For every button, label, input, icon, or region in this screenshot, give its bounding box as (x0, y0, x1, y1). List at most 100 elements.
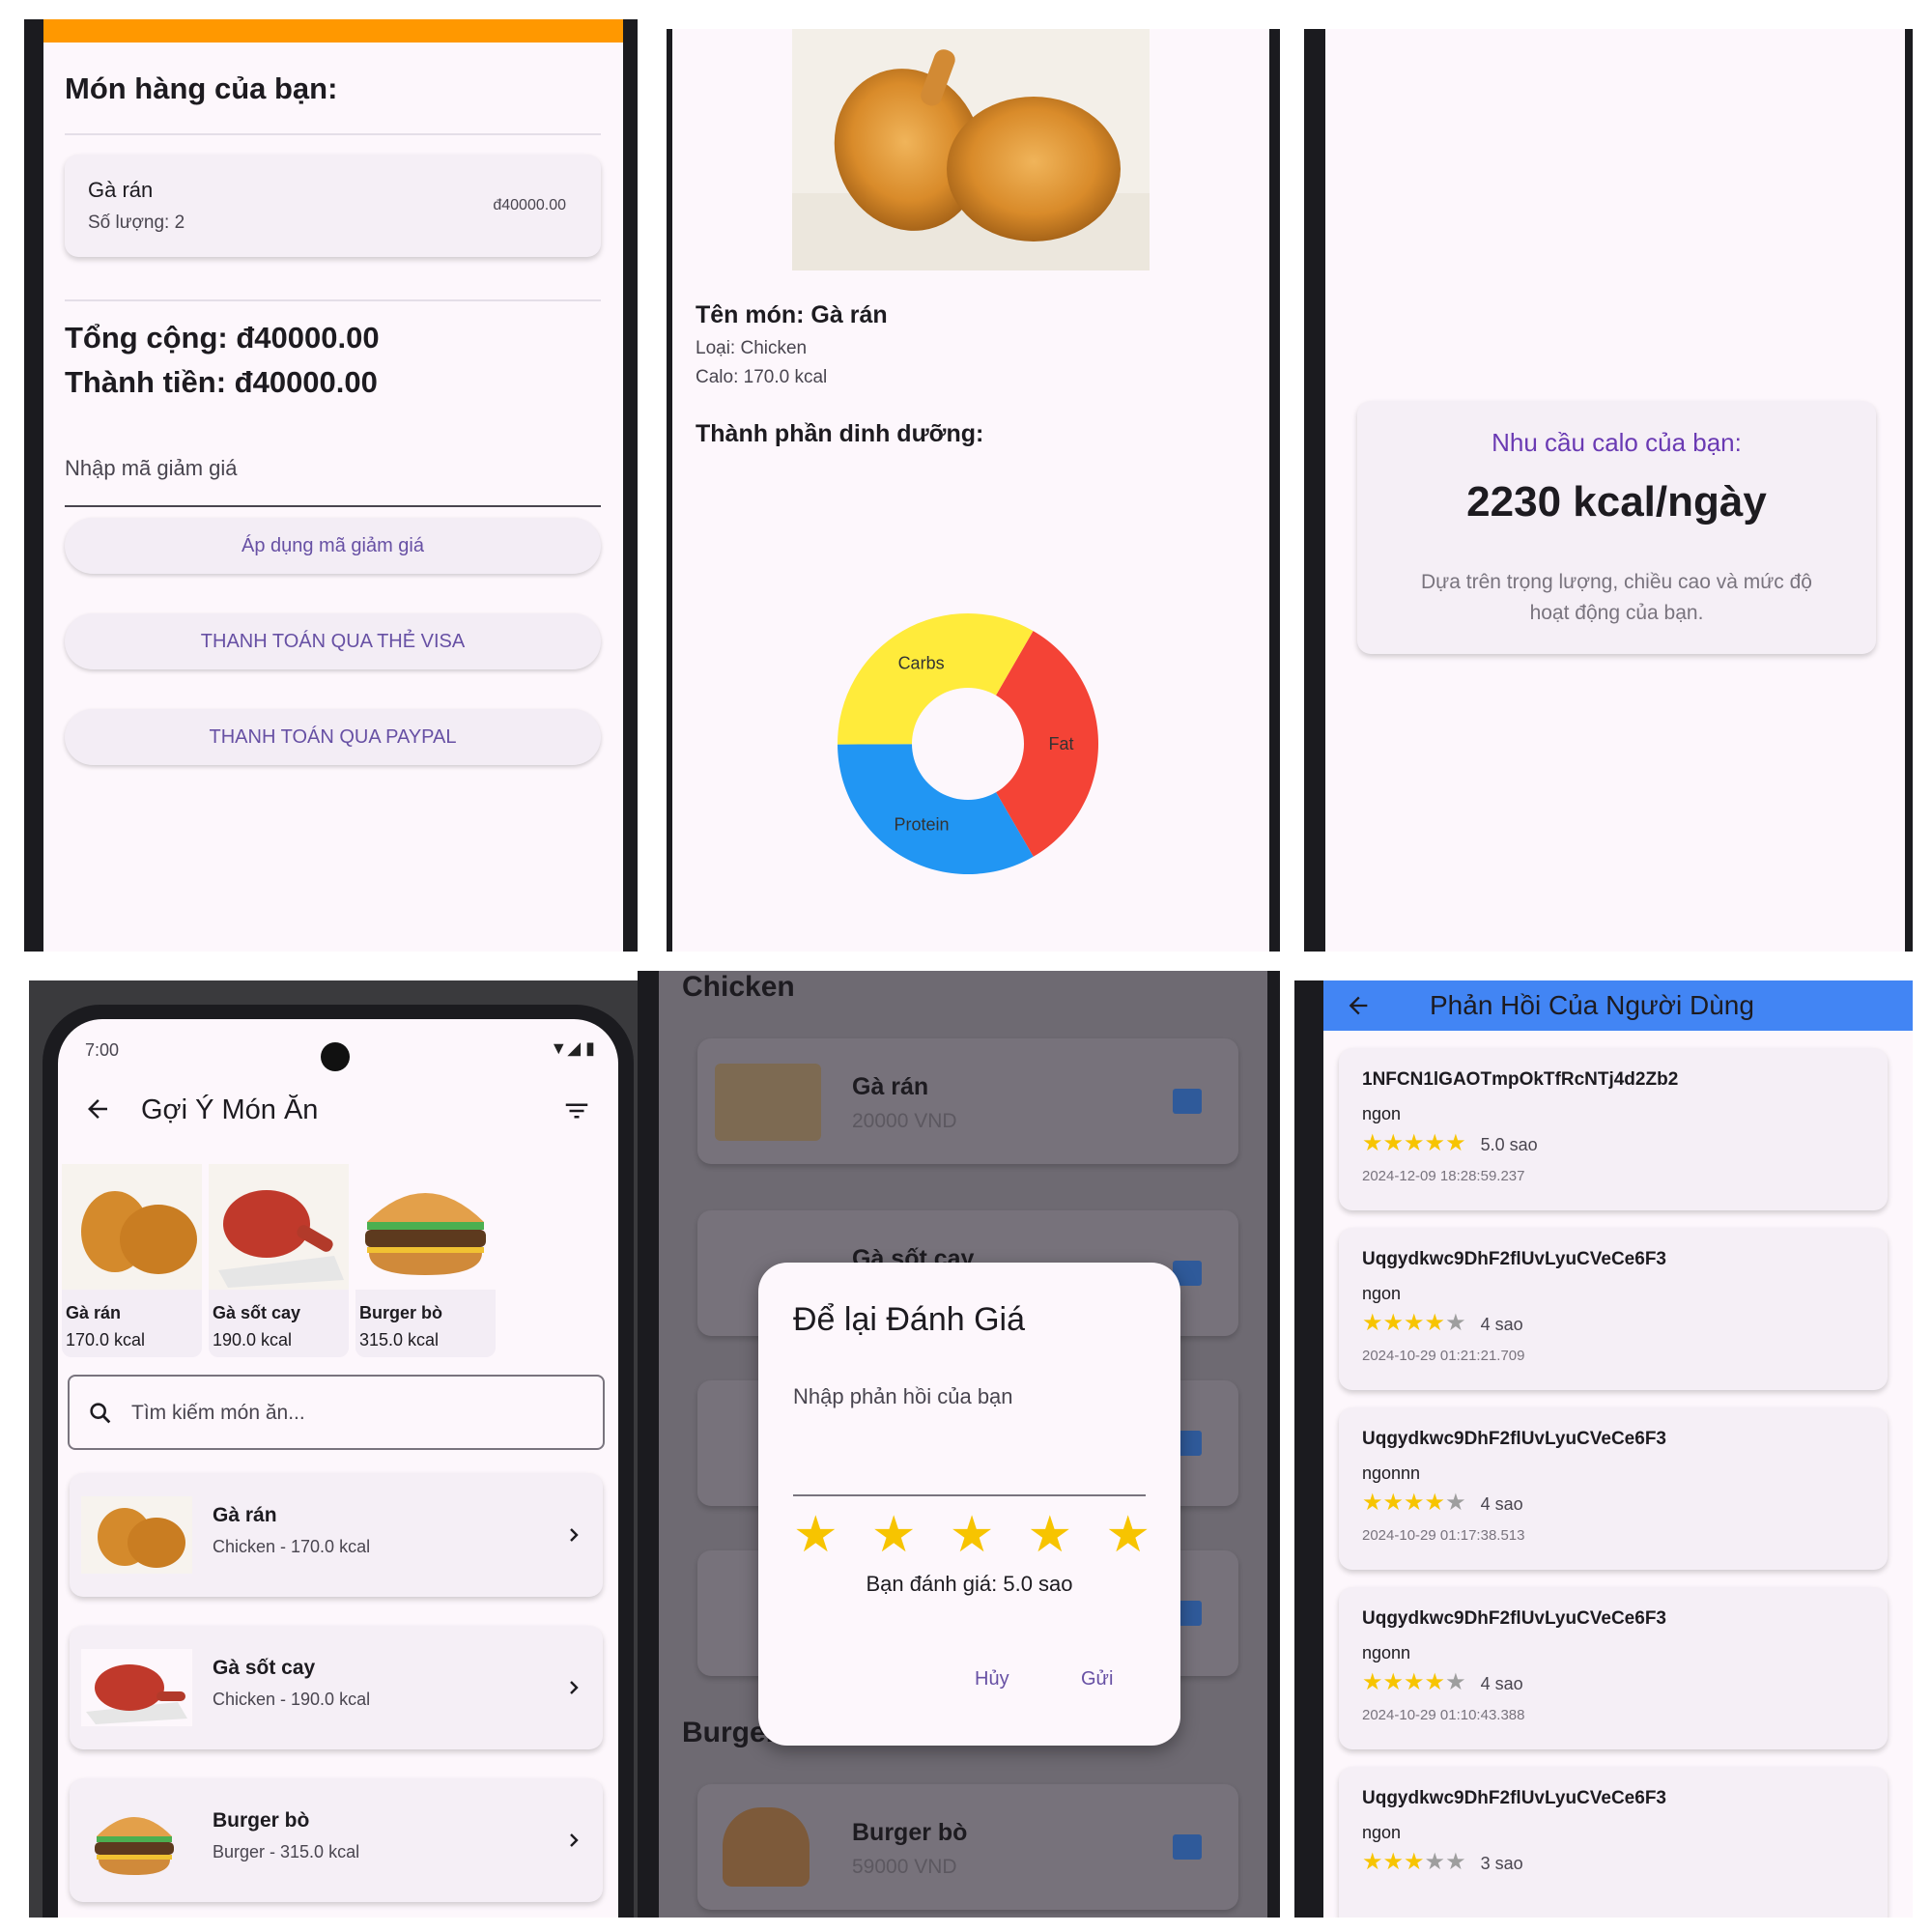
chevron-right-icon (570, 1681, 579, 1694)
featured-item[interactable]: Burger bò 315.0 kcal (355, 1164, 496, 1357)
comment-icon[interactable] (1173, 1834, 1202, 1860)
star-icon: ★ (1362, 1669, 1383, 1695)
list-item-name: Gà sốt cay (213, 1657, 316, 1679)
send-button[interactable]: Gửi (1081, 1668, 1113, 1690)
donut-label-carbs: Carbs (898, 654, 945, 673)
feedback-title: Phản Hồi Của Người Dùng (1430, 990, 1754, 1020)
cart-final: Thành tiền: đ40000.00 (65, 365, 378, 399)
featured-name: Gà sốt cay (213, 1303, 301, 1322)
cart-screen: Món hàng của bạn: Gà rán Số lượng: 2 đ40… (24, 19, 638, 952)
menu-item-name: Burger bò (852, 1819, 968, 1846)
star-icon: ★ (1404, 1310, 1425, 1336)
star-icon[interactable]: ★ (871, 1506, 917, 1564)
star-icon: ★ (1445, 1310, 1466, 1336)
star-icon: ★ (1382, 1490, 1405, 1516)
star-icon: ★ (1404, 1130, 1425, 1156)
menu-item-price: 59000 VND (852, 1856, 957, 1878)
fried-chicken-thumb (62, 1164, 202, 1290)
star-icon[interactable]: ★ (1028, 1506, 1073, 1564)
featured-item[interactable]: Gà sốt cay 190.0 kcal (209, 1164, 349, 1357)
feedback-stars: ★★★★★ 3 sao (1362, 1848, 1523, 1876)
top-bar (43, 19, 623, 43)
feedback-text: ngon (1362, 1104, 1402, 1123)
feedback-text: ngon (1362, 1823, 1402, 1842)
visa-pay-button[interactable]: THANH TOÁN QUA THẺ VISA (65, 613, 601, 669)
review-dialog: Để lại Đánh Giá Nhập phản hồi của bạn ★ ★… (758, 1263, 1180, 1746)
star-icon[interactable]: ★ (1105, 1506, 1151, 1564)
back-arrow-icon[interactable] (1345, 992, 1372, 1019)
featured-name: Gà rán (66, 1303, 122, 1322)
cart-total: Tổng cộng: đ40000.00 (65, 321, 380, 355)
star-icon: ★ (1382, 1669, 1405, 1695)
feedback-rating: 4 sao (1475, 1315, 1523, 1334)
list-item-name: Burger bò (213, 1809, 310, 1832)
star-icon: ★ (1424, 1669, 1446, 1695)
star-icon: ★ (1362, 1310, 1383, 1336)
menu-item-name: Gà rán (852, 1073, 929, 1100)
feedback-rating: 3 sao (1475, 1854, 1523, 1873)
section-chicken: Chicken (682, 971, 795, 1003)
featured-item[interactable]: Gà rán 170.0 kcal (62, 1164, 202, 1357)
menu-item[interactable]: Burger bò 59000 VND (697, 1784, 1238, 1910)
feedback-screen: Phản Hồi Của Người Dùng 1NFCN1lGAOTmpOkT… (1294, 980, 1913, 1918)
feedback-time: 2024-10-29 01:10:43.388 (1362, 1707, 1525, 1723)
star-icon: ★ (1404, 1490, 1425, 1516)
cart-item-price: đ40000.00 (493, 197, 566, 213)
cancel-button[interactable]: Hủy (975, 1668, 1009, 1690)
paypal-pay-button[interactable]: THANH TOÁN QUA PAYPAL (65, 709, 601, 765)
feedback-time: 2024-12-09 18:28:59.237 (1362, 1168, 1525, 1184)
list-item-sub: Chicken - 170.0 kcal (213, 1537, 371, 1556)
back-arrow-icon[interactable] (83, 1094, 112, 1123)
feedback-input[interactable]: Nhập phản hồi của bạn (793, 1384, 1013, 1409)
cart-item-name: Gà rán (88, 178, 154, 202)
featured-kcal: 190.0 kcal (213, 1330, 293, 1350)
chevron-right-icon (570, 1833, 579, 1847)
feedback-card: Uqgydkwc9DhF2flUvLyuCVeCe6F3 ngonnn ★★★★★ … (1339, 1407, 1888, 1570)
list-item[interactable]: Gà rán Chicken - 170.0 kcal (70, 1473, 603, 1597)
apply-coupon-button[interactable]: Áp dụng mã giảm giá (65, 518, 601, 574)
rating-text: Bạn đánh giá: 5.0 sao (866, 1572, 1073, 1596)
star-icon: ★ (1424, 1310, 1446, 1336)
cart-item: Gà rán Số lượng: 2 đ40000.00 (65, 155, 601, 257)
feedback-user: Uqgydkwc9DhF2flUvLyuCVeCe6F3 (1362, 1429, 1666, 1449)
cart-title: Món hàng của bạn: (65, 71, 338, 105)
feedback-user: Uqgydkwc9DhF2flUvLyuCVeCe6F3 (1362, 1608, 1666, 1629)
feedback-time: 2024-10-29 01:21:21.709 (1362, 1348, 1525, 1364)
feedback-text: ngonn (1362, 1643, 1411, 1662)
list-item[interactable]: Burger bò Burger - 315.0 kcal (70, 1778, 603, 1902)
feedback-user: Uqgydkwc9DhF2flUvLyuCVeCe6F3 (1362, 1249, 1666, 1269)
star-icon: ★ (1424, 1130, 1446, 1156)
menu-item[interactable]: Gà rán 20000 VND (697, 1038, 1238, 1164)
suggest-screen: 7:00 ▼◢ ▮ Gợi Ý Món Ăn Gà rán 170.0 kcal… (29, 980, 638, 1918)
star-icon: ★ (1424, 1490, 1446, 1516)
donut-label-protein: Protein (894, 815, 949, 835)
apply-coupon-label: Áp dụng mã giảm giá (241, 535, 424, 556)
fried-chicken-image (792, 29, 1150, 270)
star-icon: ★ (1362, 1849, 1383, 1875)
list-item-sub: Chicken - 190.0 kcal (213, 1690, 371, 1709)
rating-stars[interactable]: ★ ★ ★ ★ ★ (793, 1506, 1151, 1564)
fried-chicken-thumb (81, 1496, 192, 1574)
star-icon: ★ (1445, 1490, 1466, 1516)
feedback-stars: ★★★★★ 5.0 sao (1362, 1129, 1538, 1157)
feedback-card: Uqgydkwc9DhF2flUvLyuCVeCe6F3 ngonn ★★★★★ 4… (1339, 1587, 1888, 1749)
search-input[interactable]: Tìm kiếm món ăn... (131, 1402, 305, 1425)
nutrition-donut-chart: Fat Protein Carbs (838, 613, 1098, 874)
feedback-text: ngonnn (1362, 1463, 1421, 1483)
feedback-rating: 4 sao (1475, 1674, 1523, 1693)
star-icon[interactable]: ★ (950, 1506, 995, 1564)
calorie-value: 2230 kcal/ngày (1466, 478, 1767, 526)
status-icons: ▼◢ ▮ (550, 1038, 595, 1058)
comment-icon[interactable] (1173, 1089, 1202, 1114)
feedback-rating: 5.0 sao (1475, 1135, 1538, 1154)
donut-label-fat: Fat (1048, 734, 1073, 753)
calorie-screen: Nhu cầu calo của bạn: 2230 kcal/ngày Dựa… (1304, 29, 1913, 952)
search-field[interactable]: Tìm kiếm món ăn... (68, 1375, 605, 1450)
nutrition-title: Thành phần dinh dưỡng: (696, 420, 984, 447)
star-icon[interactable]: ★ (793, 1506, 838, 1564)
featured-kcal: 315.0 kcal (359, 1330, 440, 1350)
list-item-name: Gà rán (213, 1504, 277, 1526)
coupon-input[interactable]: Nhập mã giảm giá (65, 456, 238, 481)
filter-icon[interactable] (562, 1096, 591, 1125)
list-item[interactable]: Gà sốt cay Chicken - 190.0 kcal (70, 1626, 603, 1749)
